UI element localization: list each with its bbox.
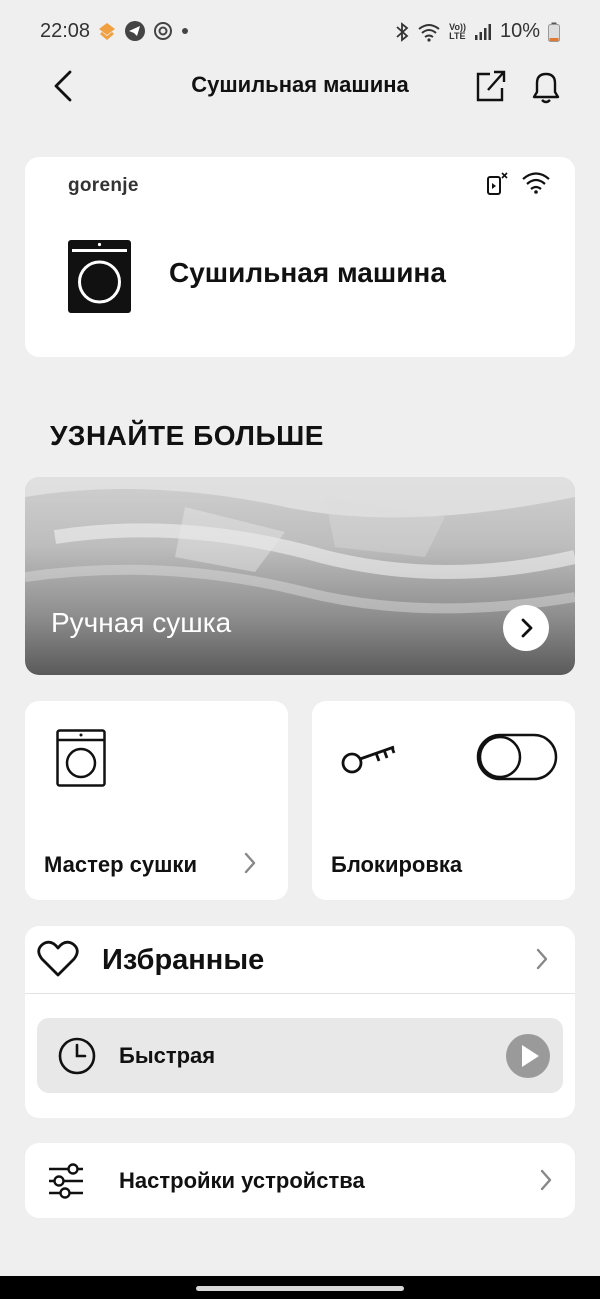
chevron-right-icon bbox=[531, 947, 553, 976]
clock-icon bbox=[57, 1036, 97, 1081]
signal-icon bbox=[474, 23, 491, 40]
divider bbox=[25, 993, 575, 994]
remote-control-icon bbox=[485, 171, 509, 202]
wifi-connected-icon bbox=[521, 169, 551, 200]
app-notification-icon bbox=[99, 23, 115, 40]
share-button[interactable] bbox=[470, 66, 510, 106]
share-external-icon bbox=[476, 70, 506, 102]
drying-master-label: Мастер сушки bbox=[44, 852, 197, 877]
lock-tile: Блокировка bbox=[312, 701, 575, 900]
device-settings-row[interactable]: Настройки устройства bbox=[25, 1143, 575, 1218]
play-icon bbox=[506, 1034, 550, 1078]
volte-badge: Vo)) LTE bbox=[449, 22, 466, 41]
favorite-item-label: Быстрая bbox=[119, 1043, 216, 1068]
battery-icon bbox=[548, 22, 560, 42]
heart-icon bbox=[37, 940, 79, 983]
chevron-right-icon bbox=[521, 618, 533, 638]
dryer-device-icon bbox=[68, 240, 131, 318]
bell-icon bbox=[532, 72, 560, 104]
device-settings-label: Настройки устройства bbox=[119, 1168, 365, 1193]
status-notification-icons bbox=[96, 20, 190, 42]
banner-open-button[interactable] bbox=[503, 605, 549, 651]
wifi-icon bbox=[418, 23, 440, 42]
chevron-right-icon bbox=[239, 851, 261, 880]
shirts-background-image bbox=[25, 477, 575, 614]
lock-toggle[interactable] bbox=[476, 733, 558, 786]
device-name: Сушильная машина bbox=[169, 257, 446, 288]
banner-label: Ручная сушка bbox=[51, 607, 232, 638]
chevron-right-icon bbox=[535, 1168, 557, 1197]
telegram-icon bbox=[125, 21, 145, 41]
favorites-header[interactable]: Избранные bbox=[25, 926, 575, 993]
lte-label: LTE bbox=[449, 30, 466, 41]
at-sign-icon bbox=[154, 22, 172, 40]
notifications-button[interactable] bbox=[526, 66, 566, 106]
dryer-outline-icon bbox=[56, 729, 106, 792]
battery-percent: 10% bbox=[499, 20, 540, 42]
status-time: 22:08 bbox=[40, 20, 91, 42]
device-card: gorenje Сушильная машина bbox=[25, 157, 575, 357]
manual-drying-banner[interactable]: Ручная сушка bbox=[25, 477, 575, 675]
play-button[interactable] bbox=[506, 1034, 550, 1083]
lock-label: Блокировка bbox=[331, 852, 463, 877]
learn-more-title: УЗНАЙТЕ БОЛЬШЕ bbox=[50, 420, 324, 451]
page-title: Сушильная машина bbox=[191, 72, 409, 97]
favorite-item[interactable]: Быстрая bbox=[37, 1018, 563, 1093]
drying-master-tile[interactable]: Мастер сушки bbox=[25, 701, 288, 900]
bluetooth-icon bbox=[396, 21, 409, 42]
home-indicator[interactable] bbox=[196, 1286, 404, 1291]
favorites-title: Избранные bbox=[102, 944, 265, 976]
status-right-group: Vo)) LTE 10% bbox=[395, 20, 560, 43]
favorites-card: Избранные Быстрая bbox=[25, 926, 575, 1118]
brand-logo: gorenje bbox=[68, 175, 139, 196]
key-icon bbox=[340, 739, 398, 784]
sliders-icon bbox=[47, 1162, 85, 1205]
more-notifications-dot-icon bbox=[182, 28, 188, 34]
